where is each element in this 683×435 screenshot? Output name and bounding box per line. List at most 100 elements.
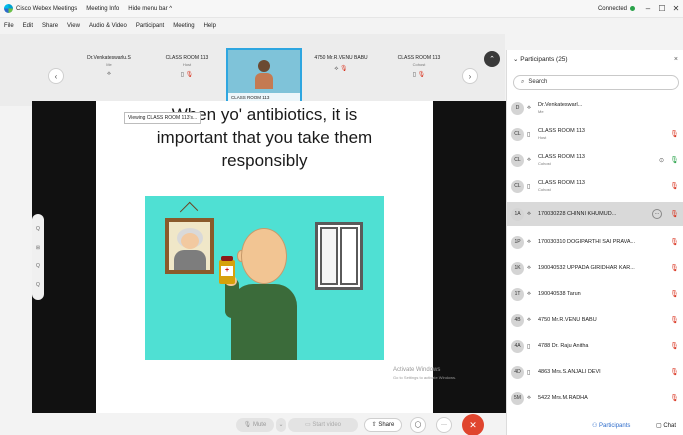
title-bar-right: Connected – ☐ ✕ xyxy=(598,4,683,13)
participant-row[interactable]: 1T ⟡ 190040538 Tarun 🎙 xyxy=(507,282,683,306)
more-options-button[interactable]: ··· xyxy=(652,209,662,219)
video-tile[interactable]: 4750 Mr.R.VENU BABU ⟡ 🎙 xyxy=(304,50,378,96)
muted-mic-icon[interactable]: 🎙 xyxy=(670,130,679,138)
chat-tab-button[interactable]: ▢ Chat xyxy=(656,422,676,429)
annotation-side-toolbar[interactable]: Q ⊞ Q Q xyxy=(32,214,44,300)
collapse-strip-button[interactable]: ⌃ xyxy=(484,51,500,67)
menu-meeting[interactable]: Meeting xyxy=(173,23,194,29)
video-camera-icon: ▭ xyxy=(304,422,311,428)
menu-bar: File Edit Share View Audio & Video Parti… xyxy=(0,19,683,33)
muted-mic-icon[interactable]: 🎙 xyxy=(670,316,679,324)
participant-row[interactable]: 1A ⟡ 170030228 CHINNI KHUMUD... ··· 🎙 xyxy=(507,202,683,226)
title-bar: Cisco Webex Meetings Meeting Info Hide m… xyxy=(0,0,683,18)
tile-name: Dr.Venkateswarlu.S xyxy=(87,55,131,61)
mute-button[interactable]: 🎙 Mute xyxy=(236,418,274,432)
participant-row[interactable]: CL ▯ CLASS ROOM 113 Host 🎙 xyxy=(507,122,683,146)
participant-row[interactable]: CL ▯ CLASS ROOM 113 Cohost 🎙 xyxy=(507,174,683,198)
tile-status-icons: ▯ 🎙 xyxy=(150,71,224,78)
participant-name: 190040538 Tarun xyxy=(538,291,581,297)
participant-row[interactable]: 1P ⟡ 170030310 DOGIPARTHI SAI PRAVA... 🎙 xyxy=(507,230,683,254)
avatar: 1A xyxy=(511,207,524,221)
phone-icon: ▯ xyxy=(527,369,531,376)
menu-audio-video[interactable]: Audio & Video xyxy=(89,23,127,29)
active-speaker-tile[interactable]: CLASS ROOM 113 xyxy=(226,48,302,104)
participants-panel: ⌄ Participants (25) × ⌕ Search D ⟡ Dr.Ven… xyxy=(506,50,683,435)
record-button[interactable]: ◯ xyxy=(410,417,426,433)
participants-tab-button[interactable]: ⚇ Participants xyxy=(592,422,630,429)
participant-row[interactable]: CL ⟡ CLASS ROOM 113 Cohost ⊙ 🎙 xyxy=(507,148,683,172)
close-window-button[interactable]: ✕ xyxy=(669,4,683,13)
audio-device-icon: ⟡ xyxy=(527,290,531,297)
fit-icon[interactable]: ⊞ xyxy=(36,245,40,251)
hide-menu-bar-button[interactable]: Hide menu bar ^ xyxy=(128,6,172,12)
avatar: 1T xyxy=(511,287,524,301)
participant-row[interactable]: 5M ⟡ 5422 Mrs.M.RADHA 🎙 xyxy=(507,386,683,410)
zoom-out-icon[interactable]: Q xyxy=(36,263,40,269)
app-title: Cisco Webex Meetings xyxy=(16,5,78,12)
share-icon: ⇧ xyxy=(371,422,377,428)
muted-mic-icon[interactable]: 🎙 xyxy=(670,342,679,350)
participant-name: 5422 Mrs.M.RADHA xyxy=(538,395,588,401)
menu-edit[interactable]: Edit xyxy=(23,23,33,29)
participant-name: 170030228 CHINNI KHUMUD... xyxy=(538,211,617,217)
muted-mic-icon[interactable]: 🎙 xyxy=(670,238,679,246)
webex-window: Cisco Webex Meetings Meeting Info Hide m… xyxy=(0,0,683,435)
muted-mic-icon[interactable]: 🎙 xyxy=(670,290,679,298)
muted-mic-icon[interactable]: 🎙 xyxy=(670,182,679,190)
muted-mic-icon[interactable]: 🎙 xyxy=(670,210,679,218)
participants-panel-header[interactable]: ⌄ Participants (25) × xyxy=(507,50,683,70)
participant-role: Cohost xyxy=(538,187,551,192)
participant-row[interactable]: 4D ▯ 4863 Mrs.S.ANJALI DEVI 🎙 xyxy=(507,360,683,384)
menu-help[interactable]: Help xyxy=(204,23,216,29)
video-tile[interactable]: Dr.Venkateswarlu.S Me ⟡ xyxy=(72,50,146,96)
participant-row[interactable]: D ⟡ Dr.Venkateswarl... Me xyxy=(507,96,683,120)
participant-role: Host xyxy=(538,135,547,140)
menu-file[interactable]: File xyxy=(4,23,14,29)
maximize-button[interactable]: ☐ xyxy=(655,4,669,13)
search-icon[interactable]: Q xyxy=(36,282,40,288)
strip-prev-button[interactable]: ‹ xyxy=(48,68,64,84)
participant-search-input[interactable]: ⌕ Search xyxy=(513,75,679,90)
participant-info: CLASS ROOM 113 Cohost xyxy=(538,154,659,166)
tile-role: Cohost xyxy=(412,62,426,67)
zoom-in-icon[interactable]: Q xyxy=(36,226,40,232)
participant-name: Dr.Venkateswarl... xyxy=(538,102,583,108)
more-options-button[interactable]: ··· xyxy=(436,417,452,433)
video-tile[interactable]: CLASS ROOM 113 Host ▯ 🎙 xyxy=(150,50,224,96)
menu-participant[interactable]: Participant xyxy=(136,23,164,29)
menu-view[interactable]: View xyxy=(67,23,80,29)
menu-share[interactable]: Share xyxy=(42,23,58,29)
participant-name: CLASS ROOM 113 xyxy=(538,128,585,134)
share-button[interactable]: ⇧ Share xyxy=(364,418,402,432)
avatar: 4D xyxy=(511,365,524,379)
leave-meeting-button[interactable]: ✕ xyxy=(462,414,484,435)
participant-name: 4863 Mrs.S.ANJALI DEVI xyxy=(538,369,601,375)
participant-row[interactable]: 1K ⟡ 190040532 UPPADA GIRIDHAR KAR... 🎙 xyxy=(507,256,683,280)
participant-info: CLASS ROOM 113 Host xyxy=(538,128,670,140)
close-panel-button[interactable]: × xyxy=(674,50,678,70)
strip-next-button[interactable]: › xyxy=(462,68,478,84)
muted-mic-icon[interactable]: 🎙 xyxy=(670,368,679,376)
start-video-button[interactable]: ▭ Start video xyxy=(288,418,358,432)
participant-row[interactable]: 4B ⟡ 4750 Mr.R.VENU BABU 🎙 xyxy=(507,308,683,332)
meeting-info-button[interactable]: Meeting Info xyxy=(86,6,119,12)
start-video-label: Start video xyxy=(312,422,342,428)
audio-device-icon: ⟡ xyxy=(527,238,531,245)
avatar: 1K xyxy=(511,261,524,275)
muted-mic-icon[interactable]: 🎙 xyxy=(670,394,679,402)
video-tile[interactable]: CLASS ROOM 113 Cohost ▯ 🎙 xyxy=(382,50,456,96)
participant-info: CLASS ROOM 113 Cohost xyxy=(538,180,670,192)
audio-options-button[interactable]: ⌄ xyxy=(276,418,286,432)
minimize-button[interactable]: – xyxy=(641,4,655,13)
active-mic-icon[interactable]: 🎙 xyxy=(670,156,679,164)
window-illustration xyxy=(315,222,363,290)
participant-row[interactable]: 4A ▯ 4788 Dr. Raju Anitha 🎙 xyxy=(507,334,683,358)
tile-name: 4750 Mr.R.VENU BABU xyxy=(314,55,368,61)
tile-role: Host xyxy=(182,62,192,67)
tile-device-icon: ▯ xyxy=(412,72,416,78)
participant-name: 190040532 UPPADA GIRIDHAR KAR... xyxy=(538,265,635,271)
video-camera-icon: ⊙ xyxy=(658,157,664,164)
tile-status-icons: ⟡ 🎙 xyxy=(304,65,378,73)
pill-bottle-label: + xyxy=(221,266,233,276)
muted-mic-icon[interactable]: 🎙 xyxy=(670,264,679,272)
